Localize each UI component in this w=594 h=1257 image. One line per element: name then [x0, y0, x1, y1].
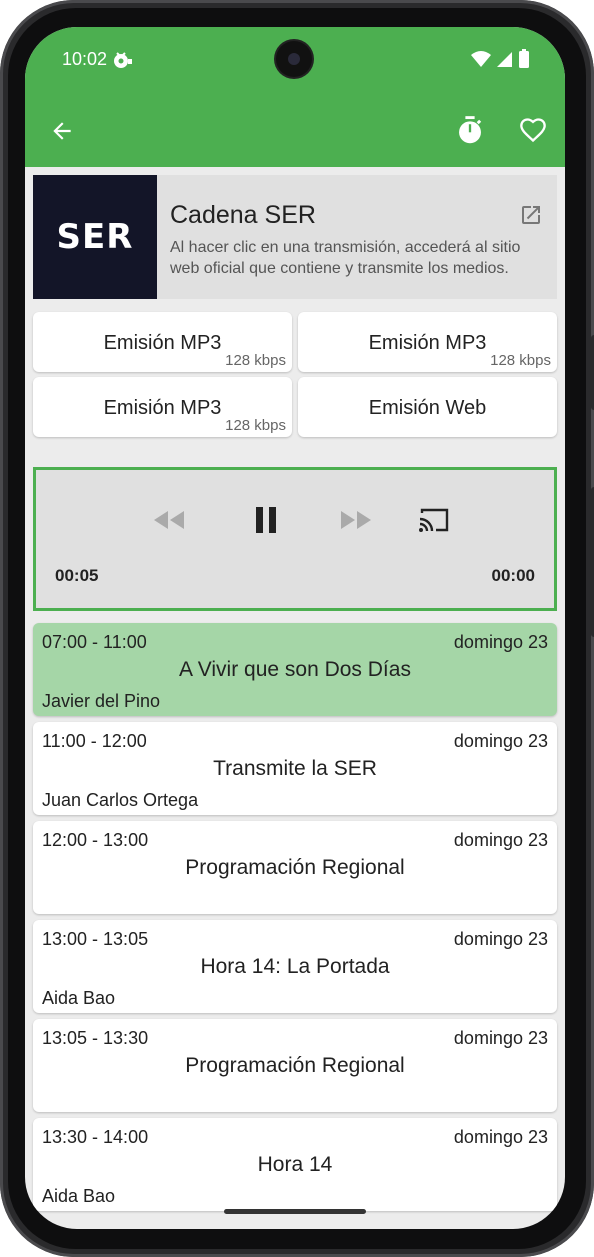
program-title: Programación Regional — [185, 856, 405, 879]
program-host: Javier del Pino — [42, 691, 161, 711]
timer-icon — [459, 116, 482, 144]
cast-icon — [419, 508, 449, 532]
elapsed-time: 00:05 — [55, 566, 99, 585]
sleep-timer-button[interactable] — [452, 112, 488, 148]
program-time: 13:00 - 13:05 — [42, 929, 149, 949]
remaining-time: 00:00 — [491, 566, 535, 585]
rewind-icon — [154, 511, 184, 529]
status-time: 10:02 — [62, 49, 108, 69]
stream-button-2[interactable]: Emisión MP3 128 kbps — [298, 312, 557, 372]
program-time: 07:00 - 11:00 — [42, 632, 147, 652]
program-item[interactable]: 13:00 - 13:05 domingo 23 Hora 14: La Por… — [33, 920, 557, 1013]
battery-icon — [519, 49, 529, 73]
heart-outline-icon — [520, 118, 546, 143]
back-button[interactable] — [45, 114, 79, 148]
app-screen: 10:02 SER Cadena SER Al hacer clic en un… — [25, 27, 565, 1229]
program-day: domingo 23 — [453, 830, 548, 850]
signal-icon — [497, 50, 513, 73]
station-logo-text: SER — [56, 217, 134, 257]
rewind-button[interactable] — [149, 502, 189, 538]
program-item[interactable]: 07:00 - 11:00 domingo 23 A Vivir que son… — [33, 623, 557, 716]
program-host: Aida Bao — [42, 1186, 116, 1206]
program-day: domingo 23 — [453, 1127, 548, 1147]
program-day: domingo 23 — [453, 1028, 548, 1048]
stream-bitrate: 128 kbps — [225, 352, 286, 369]
status-icons — [471, 49, 529, 73]
program-title: Programación Regional — [185, 1054, 405, 1077]
app-bar: 10:02 — [25, 27, 565, 167]
stream-button-1[interactable]: Emisión MP3 128 kbps — [33, 312, 292, 372]
fast-forward-icon — [341, 511, 371, 529]
program-title: Hora 14: La Portada — [200, 955, 390, 978]
stream-label: Emisión Web — [368, 397, 487, 419]
stream-button-4[interactable]: Emisión Web — [298, 377, 557, 437]
notification-icon — [111, 49, 133, 76]
program-day: domingo 23 — [453, 632, 548, 652]
program-item[interactable]: 12:00 - 13:00 domingo 23 Programación Re… — [33, 821, 557, 914]
front-camera — [276, 41, 312, 77]
program-host: Juan Carlos Ortega — [42, 790, 199, 810]
pause-button[interactable] — [246, 500, 286, 540]
program-time: 13:30 - 14:00 — [42, 1127, 149, 1147]
program-item[interactable]: 11:00 - 12:00 domingo 23 Transmite la SE… — [33, 722, 557, 815]
stream-button-3[interactable]: Emisión MP3 128 kbps — [33, 377, 292, 437]
program-title: Transmite la SER — [213, 757, 377, 780]
station-header: SER Cadena SER Al hacer clic en una tran… — [33, 175, 557, 299]
program-title: Hora 14 — [257, 1153, 333, 1176]
program-time: 12:00 - 13:00 — [42, 830, 149, 850]
station-description: Al hacer clic en una transmisión, accede… — [170, 239, 521, 277]
arrow-back-icon — [53, 122, 71, 140]
station-logo: SER — [33, 175, 157, 299]
program-time: 13:05 - 13:30 — [42, 1028, 149, 1048]
phone-frame: 10:02 SER Cadena SER Al hacer clic en un… — [0, 0, 594, 1257]
audio-player: 00:05 00:00 — [33, 467, 557, 611]
wifi-icon — [471, 50, 491, 73]
program-item[interactable]: 13:05 - 13:30 domingo 23 Programación Re… — [33, 1019, 557, 1112]
program-title: A Vivir que son Dos Días — [179, 658, 411, 681]
pause-icon — [256, 507, 276, 533]
stream-bitrate: 128 kbps — [490, 352, 551, 369]
favorite-button[interactable] — [515, 112, 551, 148]
program-time: 11:00 - 12:00 — [42, 731, 147, 751]
program-day: domingo 23 — [453, 929, 548, 949]
stream-bitrate: 128 kbps — [225, 417, 286, 434]
external-link-icon — [522, 206, 540, 224]
program-host: Aida Bao — [42, 988, 116, 1008]
program-item[interactable]: 13:30 - 14:00 domingo 23 Hora 14 Aida Ba… — [33, 1118, 557, 1211]
fast-forward-button[interactable] — [336, 502, 376, 538]
station-name: Cadena SER — [170, 201, 316, 229]
program-day: domingo 23 — [453, 731, 548, 751]
home-indicator[interactable] — [224, 1209, 366, 1214]
open-website-button[interactable] — [519, 203, 543, 232]
cast-button[interactable] — [414, 502, 454, 538]
